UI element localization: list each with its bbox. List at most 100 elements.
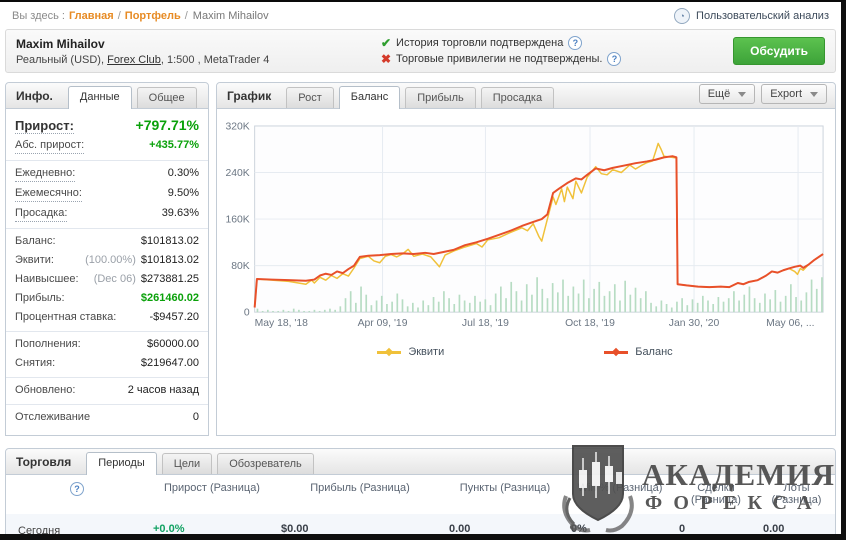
stat-label: Ежемесячно: [15,186,82,202]
stat-value: 9.50% [168,186,199,201]
stat-withdrawals: Снятия:$219647.00 [6,354,208,373]
more-button[interactable]: Ещё [699,84,756,104]
stat-label: Наивысшее: [15,272,79,287]
svg-text:Jul 18, '19: Jul 18, '19 [462,318,509,329]
export-button[interactable]: Export [761,84,827,104]
stat-profit: Прибыль:$261460.02 [6,289,208,308]
balance-chart-area: 080K160K240K320KMay 18, '18Apr 09, '19Ju… [217,109,835,370]
column-header: Win % (Разница) [566,482,674,506]
account-header: Maxim Mihailov Реальный (USD), Forex Clu… [5,29,836,73]
svg-text:Oct 18, '19: Oct 18, '19 [565,318,615,329]
cell-value: 0.00 [449,523,561,535]
privileges-text: Торговые привилегии не подтверждены. [396,51,602,67]
trading-analytics-page: Вы здесь : Главная / Портфель / Maxim Mi… [0,0,846,540]
balance-chart: 080K160K240K320KMay 18, '18Apr 09, '19Ju… [219,114,831,336]
cell-diff: (-0.20%) [193,535,235,540]
cell-diff: (-$200.74) [337,535,388,540]
stat-value: +435.77% [149,138,199,153]
tab-profit[interactable]: Прибыль [405,87,476,108]
svg-text:240K: 240K [225,168,249,179]
info-panel-label: Инфо. [16,89,53,103]
legend-label: Эквити [408,346,444,358]
tab-data[interactable]: Данные [68,86,132,109]
cell-value: $0.00 [281,523,439,535]
export-button-label: Export [770,88,802,100]
breadcrumb-link-portfolio[interactable]: Портфель [125,10,181,22]
breadcrumb-separator: / [185,10,188,22]
stat-label: Пополнения: [15,337,81,352]
account-name: Maxim Mihailov [16,37,269,51]
breadcrumb-separator: / [118,10,121,22]
stat-value: 2 часов назад [128,383,199,398]
divider [6,160,208,161]
table-cell: 0(-8) [674,514,758,540]
help-icon[interactable]: ? [607,52,621,66]
account-type: Реальный (USD), [16,54,107,66]
table-cell: 0.00(-0.90) [758,514,835,540]
divider [6,228,208,229]
chart-panel-label: График [227,89,271,103]
chart-legend: Эквити Баланс [219,339,831,370]
info-panel-header: Инфо. Данные Общее [6,83,208,109]
main-content: Инфо. Данные Общее Прирост:+797.71%Абс. … [5,82,836,436]
divider [6,331,208,332]
column-header: Прибыль (Разница) [276,482,444,506]
stat-equity: Эквити:(100.00%)$101813.02 [6,251,208,270]
more-button-label: Ещё [708,88,731,100]
tab-drawdown[interactable]: Просадка [481,87,554,108]
stat-label: Процентная ставка: [15,310,116,325]
stat-tracking: Отслеживание0 [6,408,208,427]
account-stats-list: Прирост:+797.71%Абс. прирост:+435.77% Еже… [6,109,208,435]
stat-monthly: Ежемесячно: 9.50% [6,184,208,204]
tab-periods[interactable]: Периоды [86,452,157,475]
stat-value: +797.71% [136,118,199,133]
stat-abs-growth: Абс. прирост:+435.77% [6,136,208,156]
tab-general[interactable]: Общее [137,87,197,108]
legend-marker [604,351,628,354]
stat-value: $60000.00 [147,337,199,352]
cell-diff: (-8) [709,535,726,540]
table-cell: 0.00(-181.1) [444,514,566,540]
stat-label: Эквити: [15,253,54,268]
chart-panel: График Рост Баланс Прибыль Просадка Ещё … [216,82,836,436]
breadcrumb-current: Maxim Mihailov [193,10,269,22]
custom-analysis-link[interactable]: Пользовательский анализ [696,10,829,22]
svg-text:Apr 09, '19: Apr 09, '19 [358,318,408,329]
legend-marker [377,351,401,354]
table-cell: +0.0%(-0.20%) [148,514,276,540]
stat-label: Ежедневно: [15,166,75,182]
account-summary: Maxim Mihailov Реальный (USD), Forex Clu… [16,37,269,66]
broker-link[interactable]: Forex Club [107,54,161,66]
svg-text:Jan 30, '20: Jan 30, '20 [669,318,720,329]
table-cell: 0%(-87%) [566,514,674,540]
svg-text:320K: 320K [225,121,249,132]
stat-value: 0.30% [168,166,199,181]
tab-goals[interactable]: Цели [162,453,212,474]
legend-item-equity[interactable]: Эквити [377,346,444,358]
stat-daily: Ежедневно: 0.30% [6,164,208,184]
tab-explorer[interactable]: Обозреватель [217,453,314,474]
trade-panel-header: Торговля Периоды Цели Обозреватель [6,449,835,475]
stat-note: (100.00%) [85,253,141,268]
cell-diff: (-0.90) [782,535,814,540]
stat-interest: Процентная ставка:-$9457.20 [6,308,208,327]
tab-balance[interactable]: Баланс [339,86,400,109]
verification-block: ✔ История торговли подтверждена ? ✖ Торг… [381,35,622,67]
breadcrumb-link-home[interactable]: Главная [69,10,114,22]
trade-panel: Торговля Периоды Цели Обозреватель ? Прир… [5,448,836,540]
stat-value: $273881.25 [141,272,199,287]
divider [6,404,208,405]
stat-label: Отслеживание [15,410,90,425]
help-icon[interactable]: ? [70,482,84,496]
legend-item-balance[interactable]: Баланс [604,346,672,358]
stat-value: $261460.02 [141,291,199,306]
discuss-button[interactable]: Обсудить [733,37,825,65]
stat-label: Баланс: [15,234,56,249]
column-header: Прирост (Разница) [148,482,276,506]
chevron-down-icon [810,92,818,97]
stat-growth: Прирост:+797.71% [6,113,208,136]
check-icon: ✔ [381,35,391,51]
table-cell: $0.00(-$200.74) [276,514,444,540]
help-icon[interactable]: ? [568,36,582,50]
tab-growth[interactable]: Рост [286,87,334,108]
